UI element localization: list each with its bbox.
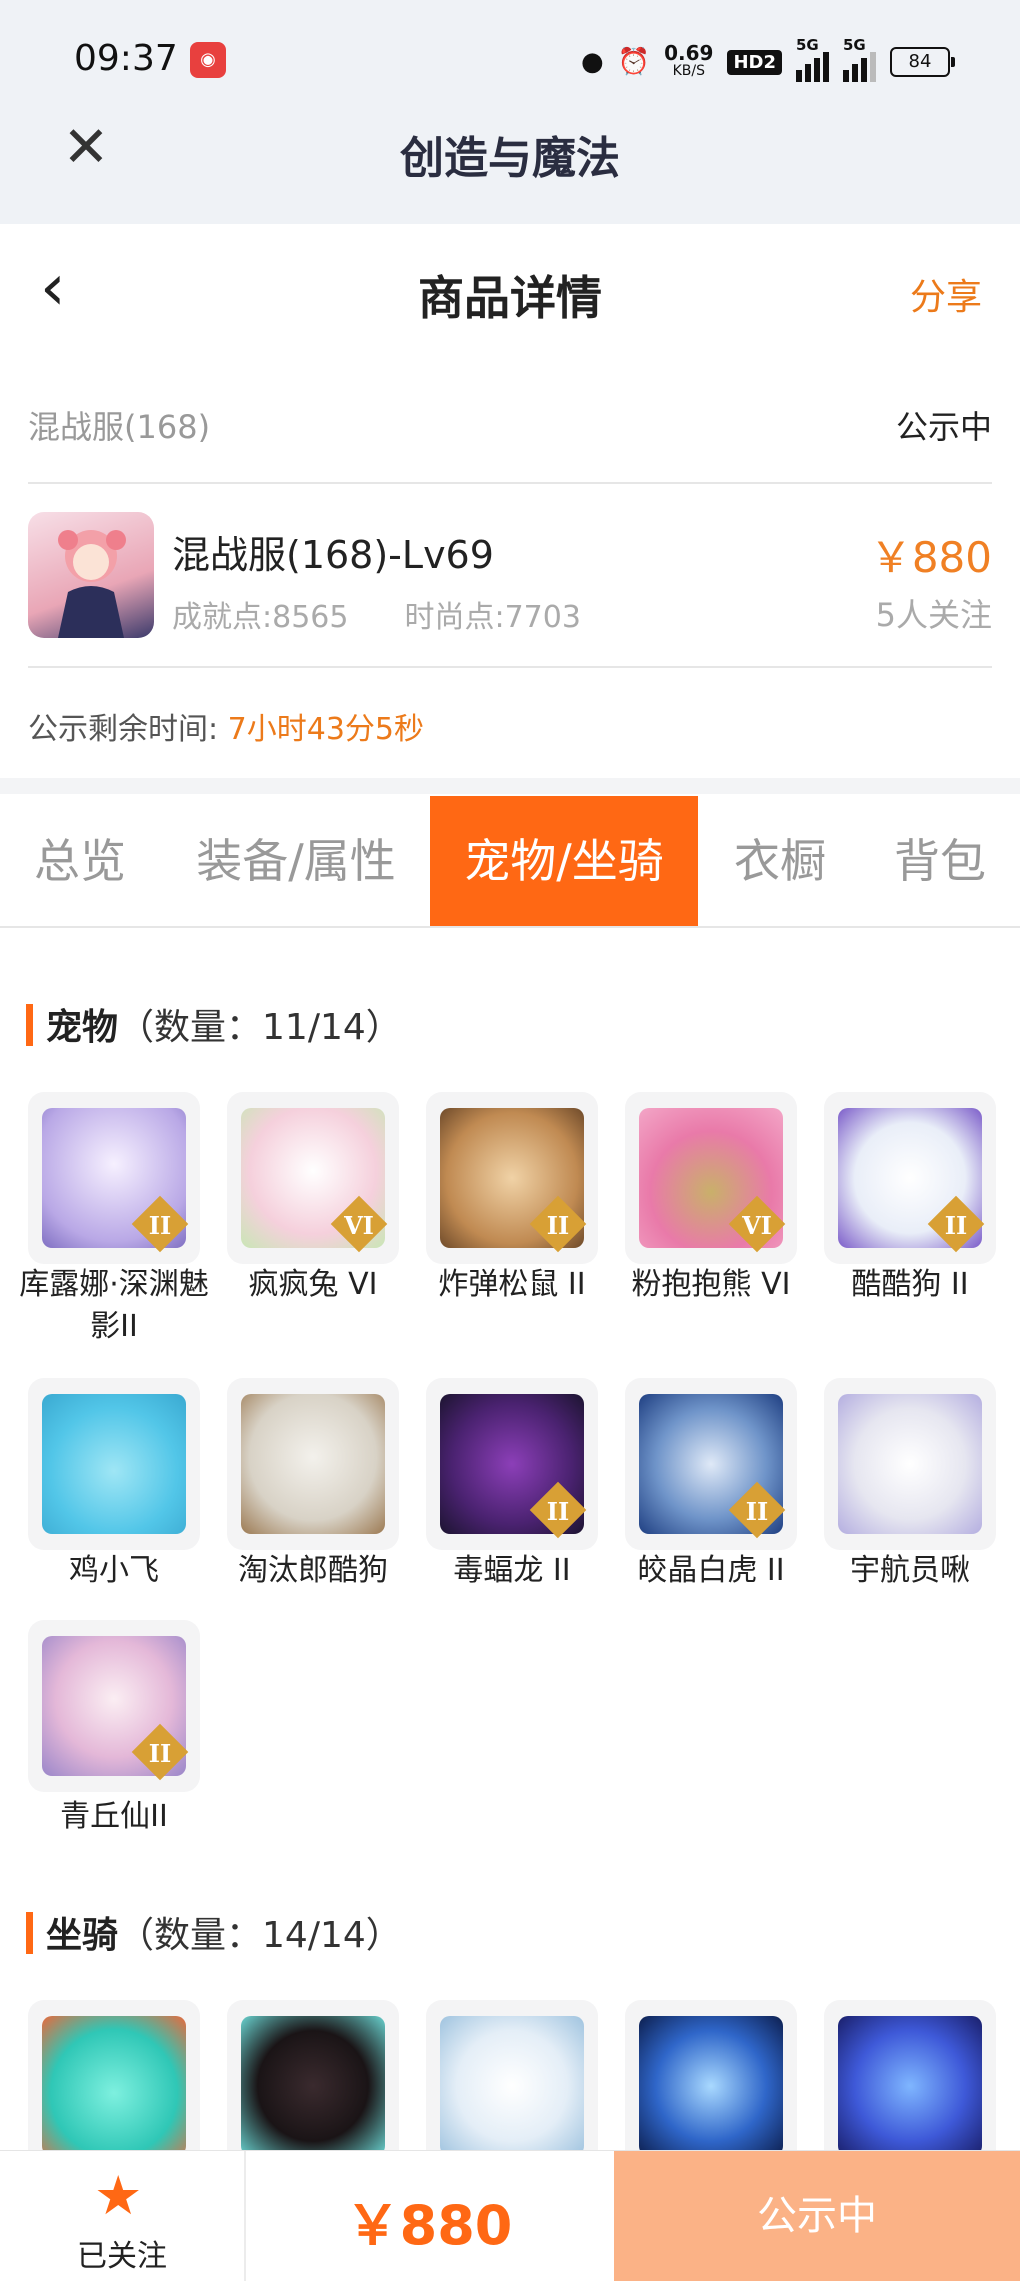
top-bar [0, 0, 1020, 224]
pet-name: 皎晶白虎 II [637, 1553, 785, 1588]
tab-pets-mounts[interactable]: 宠物/坐骑 [430, 796, 698, 926]
notification-app-icon: ◉ [190, 42, 226, 78]
battery-icon: 84 [890, 47, 955, 77]
server-status: 公示中 [895, 408, 992, 446]
pets-count: （数量：11/14） [118, 1007, 402, 1048]
mount-tile[interactable] [227, 2000, 399, 2172]
pet-badge: II [944, 1211, 968, 1240]
pet-tile[interactable]: II [28, 1092, 200, 1264]
page-title: 商品详情 [418, 271, 602, 325]
mount-tile[interactable] [625, 2000, 797, 2172]
mounts-title: 坐骑 [46, 1915, 119, 1956]
pet-tile[interactable]: VI [625, 1092, 797, 1264]
star-icon: ★ [94, 2164, 143, 2227]
pet-badge: II [546, 1211, 570, 1240]
pet-tile[interactable]: II [625, 1378, 797, 1550]
mount-tile[interactable] [824, 2000, 996, 2172]
signal-icon-1: 5G [796, 36, 829, 82]
pet-tile[interactable]: VI [227, 1092, 399, 1264]
section-gap [0, 778, 1020, 794]
pet-name: 宇航员啾 [850, 1553, 970, 1588]
countdown-value: 7小时43分5秒 [227, 712, 425, 747]
role-price: ￥880 [869, 533, 992, 582]
water-drop-icon: ● [581, 47, 604, 77]
status-time: 09:37 [74, 38, 178, 79]
mount-tile[interactable] [28, 2000, 200, 2172]
pet-name: 库露娜·深渊魅影II [19, 1267, 209, 1344]
countdown-label: 公示剩余时间: [28, 712, 219, 747]
network-speed: 0.69 KB/S [664, 43, 713, 80]
divider [28, 482, 992, 484]
app-title: 创造与魔法 [400, 133, 620, 184]
pet-tile[interactable]: II [824, 1092, 996, 1264]
pet-name: 毒蝠龙 II [453, 1553, 571, 1588]
tab-backpack[interactable]: 背包 [872, 796, 1008, 926]
pet-name: 粉抱抱熊 VI [631, 1267, 791, 1302]
pet-tile[interactable]: II [426, 1378, 598, 1550]
mounts-section-title: 坐骑（数量：14/14） [26, 1906, 402, 1958]
follow-button[interactable]: ★ 已关注 [0, 2151, 246, 2281]
pet-tile[interactable]: II [28, 1620, 200, 1792]
pet-badge: II [148, 1211, 172, 1240]
alarm-icon: ⏰ [617, 47, 651, 77]
signal-icon-2: 5G [843, 36, 876, 82]
pet-badge: II [745, 1497, 769, 1526]
network-type-1: 5G [796, 36, 819, 54]
pet-name: 淘汰郎酷狗 [238, 1553, 388, 1588]
pet-badge: VI [742, 1211, 772, 1240]
tab-wardrobe[interactable]: 衣橱 [712, 796, 848, 926]
role-avatar [28, 512, 154, 638]
role-stats: 成就点:8565 时尚点:7703 [172, 592, 581, 636]
follow-label: 已关注 [77, 2239, 167, 2274]
role-name: 混战服(168)-Lv69 [172, 533, 494, 577]
tab-bar: 总览 装备/属性 宠物/坐骑 衣橱 背包 [0, 796, 1020, 928]
pet-name: 酷酷狗 II [851, 1267, 969, 1302]
pet-tile[interactable] [824, 1378, 996, 1550]
fashion-points: 时尚点:7703 [404, 600, 581, 635]
pet-tile[interactable] [227, 1378, 399, 1550]
achievement-points: 成就点:8565 [172, 600, 349, 635]
divider [28, 666, 992, 668]
server-name: 混战服(168) [28, 408, 211, 446]
pet-name: 炸弹松鼠 II [438, 1267, 586, 1302]
tab-overview[interactable]: 总览 [0, 796, 160, 926]
status-icons: ● ⏰ 0.69 KB/S HD2 5G 5G 84 [581, 36, 955, 84]
pet-tile[interactable] [28, 1378, 200, 1550]
pet-badge: II [546, 1497, 570, 1526]
tab-equipment[interactable]: 装备/属性 [176, 796, 416, 926]
bottom-price: ￥880 [345, 2194, 513, 2257]
pet-badge: II [148, 1739, 172, 1768]
hd-voice-icon: HD2 [727, 49, 782, 75]
pet-name: 青丘仙II [60, 1799, 168, 1834]
share-button[interactable]: 分享 [910, 268, 982, 320]
mounts-count: （数量：14/14） [118, 1915, 402, 1956]
follower-count: 5人关注 [875, 596, 992, 634]
bottom-bar: ★ 已关注 ￥880 公示中 [0, 2150, 1020, 2281]
network-type-2: 5G [843, 36, 866, 54]
pet-name: 疯疯兔 VI [248, 1267, 378, 1302]
pets-section-title: 宠物（数量：11/14） [26, 998, 402, 1050]
status-button[interactable]: 公示中 [614, 2151, 1020, 2281]
countdown: 公示剩余时间: 7小时43分5秒 [28, 704, 424, 748]
pets-title: 宠物 [46, 1007, 119, 1048]
pet-badge: VI [344, 1211, 374, 1240]
mount-tile[interactable] [426, 2000, 598, 2172]
pet-name: 鸡小飞 [69, 1553, 159, 1588]
pet-tile[interactable]: II [426, 1092, 598, 1264]
